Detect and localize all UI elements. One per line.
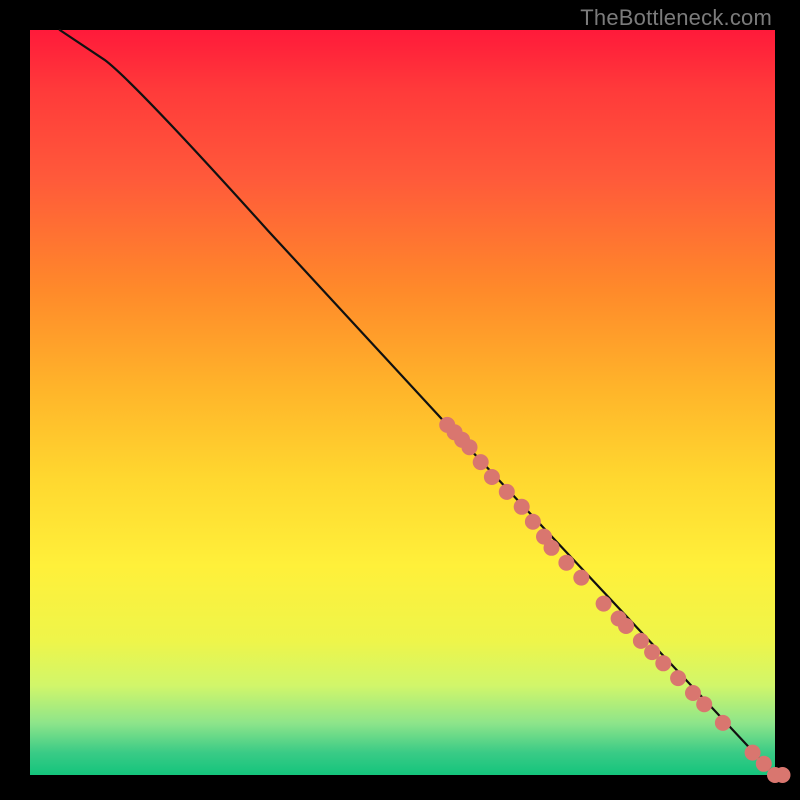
data-point <box>514 499 530 515</box>
data-point <box>655 655 671 671</box>
data-point <box>484 469 500 485</box>
data-point <box>499 484 515 500</box>
plot-area <box>30 30 775 775</box>
data-point <box>473 454 489 470</box>
data-point <box>558 555 574 571</box>
data-point <box>670 670 686 686</box>
data-point <box>462 439 478 455</box>
chart-stage: TheBottleneck.com <box>0 0 800 800</box>
data-point <box>596 596 612 612</box>
data-point <box>715 715 731 731</box>
data-point <box>544 540 560 556</box>
data-point <box>573 570 589 586</box>
data-point <box>525 514 541 530</box>
chart-points <box>439 417 790 783</box>
data-point <box>618 618 634 634</box>
attribution-label: TheBottleneck.com <box>580 5 772 31</box>
chart-svg <box>30 30 775 775</box>
data-point <box>696 696 712 712</box>
data-point <box>775 767 791 783</box>
